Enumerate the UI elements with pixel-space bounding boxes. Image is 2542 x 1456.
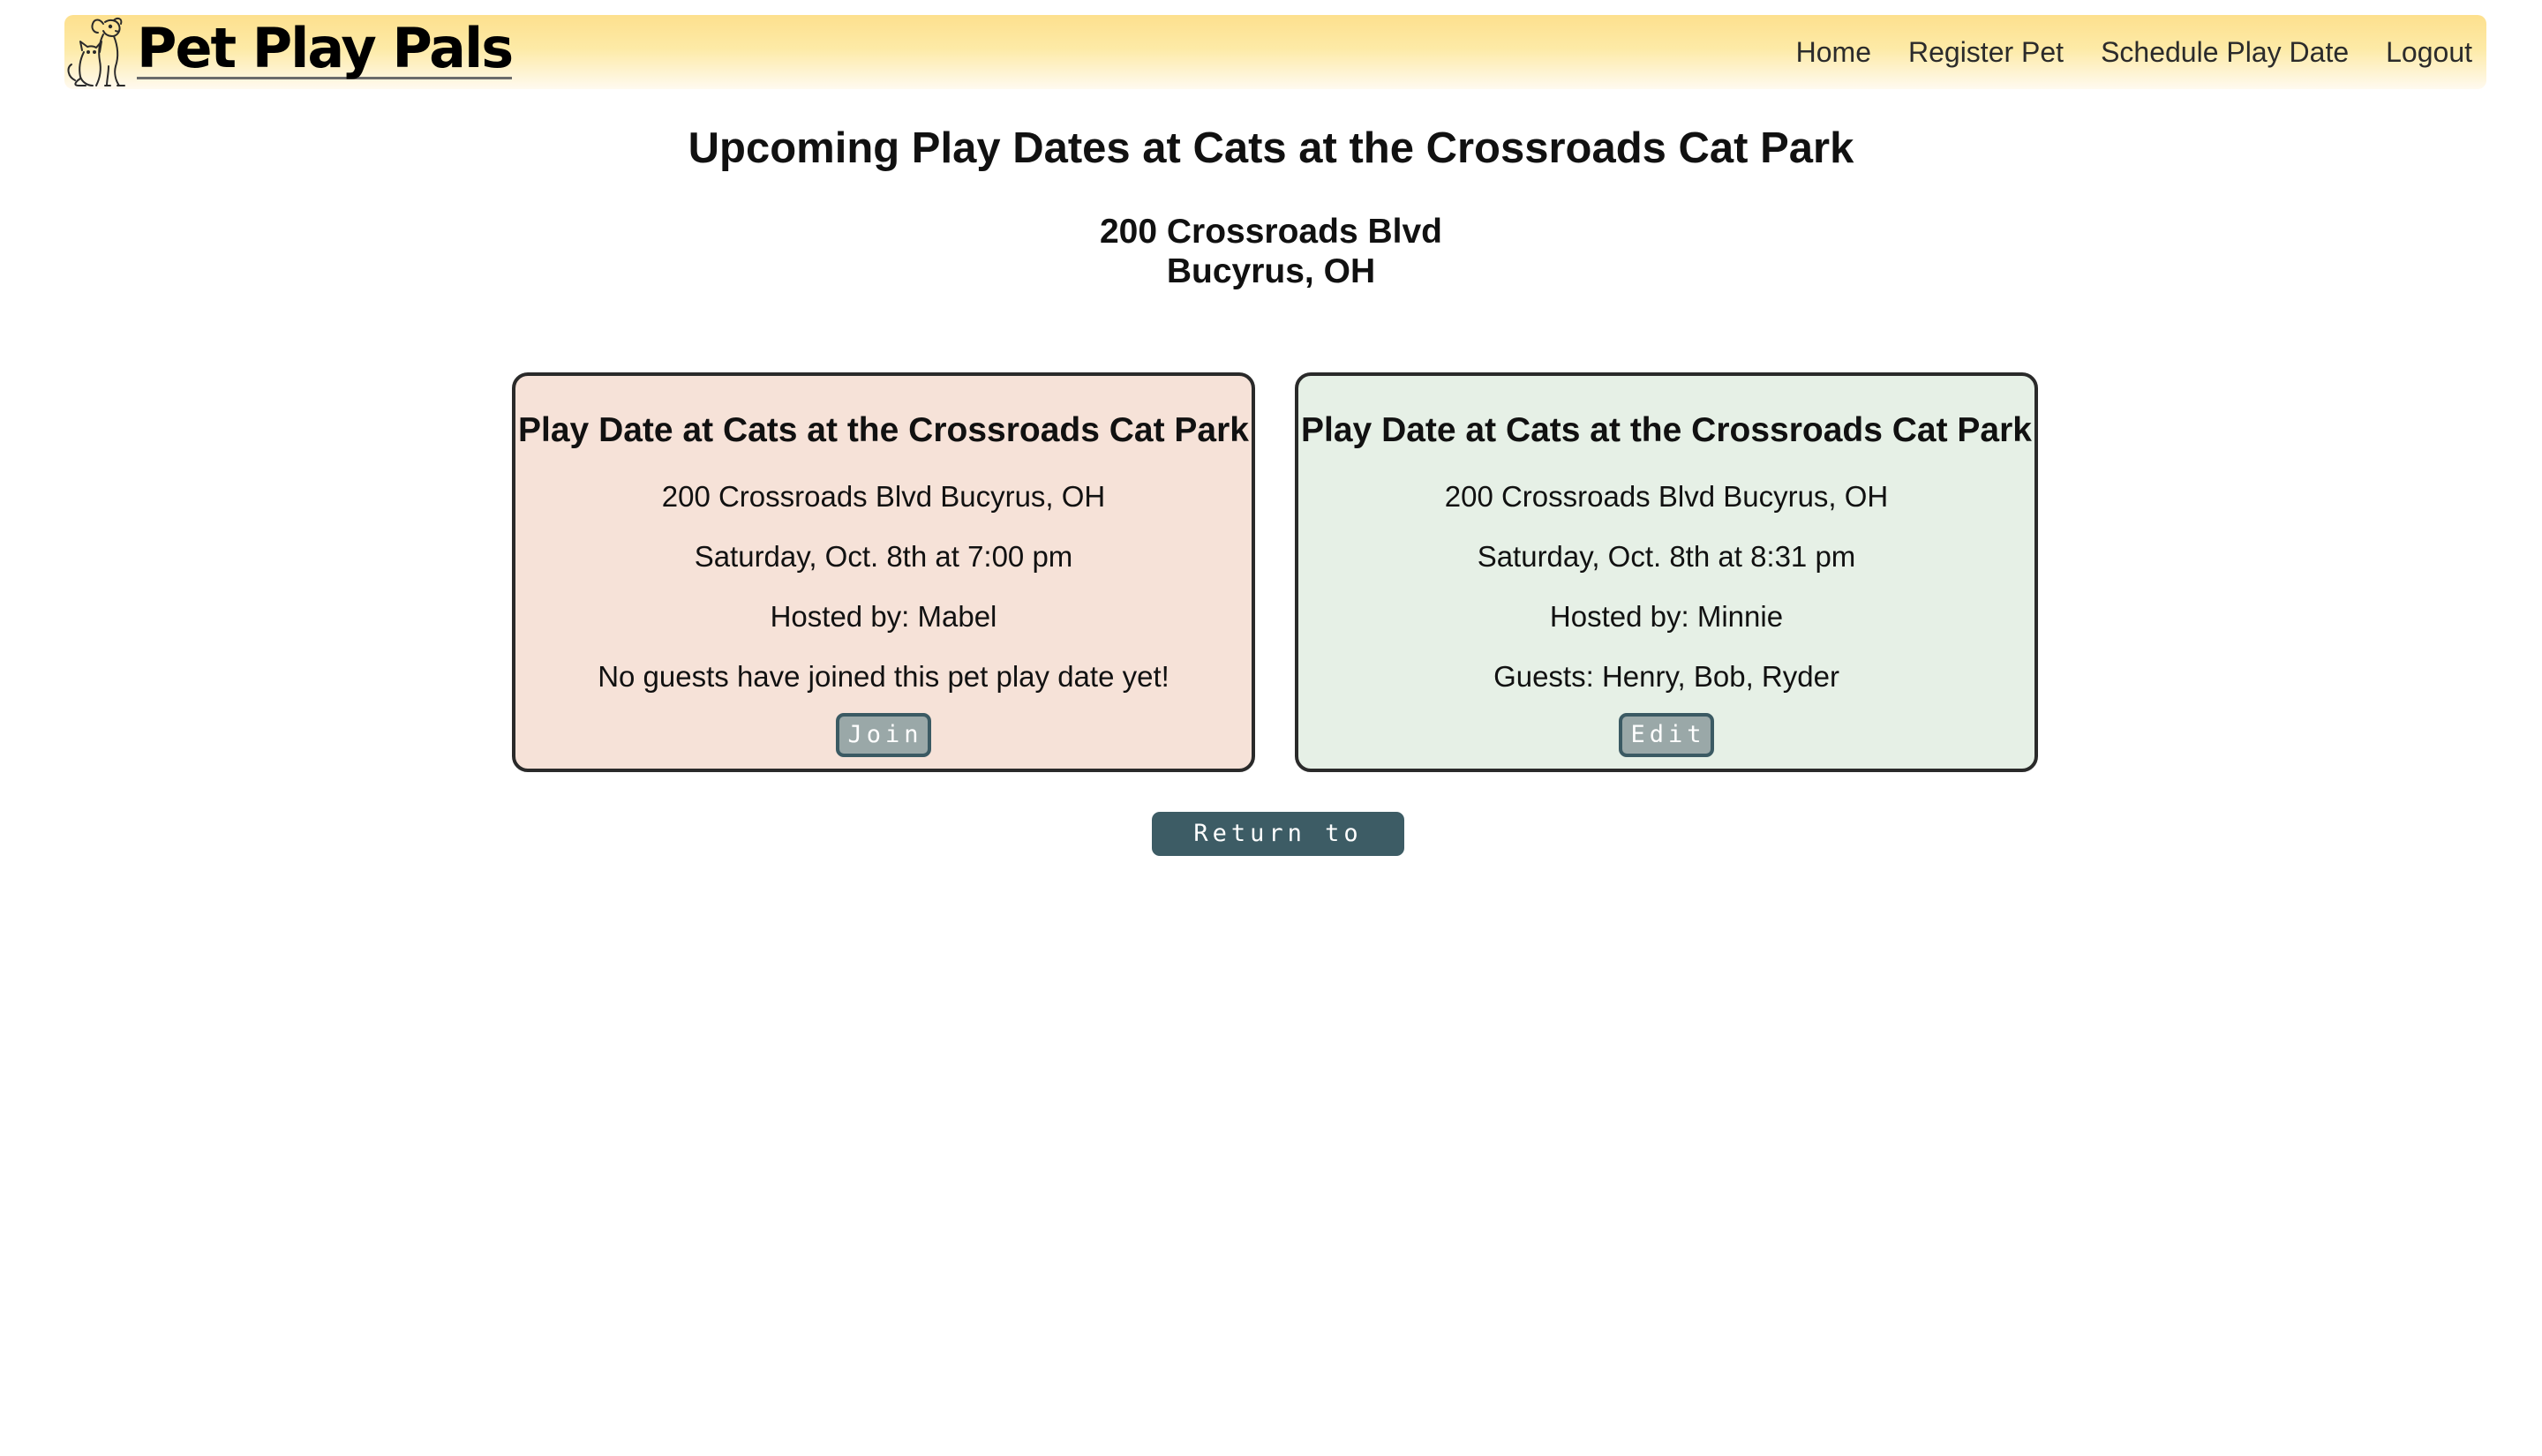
page-title: Upcoming Play Dates at Cats at the Cross… (688, 124, 1854, 172)
card-guests: No guests have joined this pet play date… (598, 660, 1169, 693)
join-button[interactable]: Join (836, 713, 931, 757)
nav-link-register-pet[interactable]: Register Pet (1908, 36, 2064, 69)
card-date-time: Saturday, Oct. 8th at 7:00 pm (694, 540, 1073, 573)
card-date-time: Saturday, Oct. 8th at 8:31 pm (1477, 540, 1856, 573)
edit-button[interactable]: Edit (1619, 713, 1714, 757)
brand-name: Pet Play Pals (137, 15, 514, 80)
brand-link[interactable]: Pet Play Pals (64, 15, 514, 89)
nav-links: Home Register Pet Schedule Play Date Log… (1759, 15, 2472, 89)
card-title: Play Date at Cats at the Crossroads Cat … (1301, 411, 2032, 449)
park-address-city: Bucyrus, OH (1166, 252, 1376, 290)
card-host: Hosted by: Mabel (770, 600, 997, 633)
play-date-card: Play Date at Cats at the Crossroads Cat … (512, 372, 1255, 772)
card-address: 200 Crossroads Blvd Bucyrus, OH (661, 480, 1106, 513)
return-to-home-button[interactable]: Return to home (1152, 812, 1404, 891)
park-address-street: 200 Crossroads Blvd (1099, 213, 1442, 251)
nav-link-home[interactable]: Home (1796, 36, 1871, 69)
card-host: Hosted by: Minnie (1549, 600, 1784, 633)
card-title: Play Date at Cats at the Crossroads Cat … (518, 411, 1249, 449)
card-address: 200 Crossroads Blvd Bucyrus, OH (1444, 480, 1889, 513)
nav-link-logout[interactable]: Logout (2386, 36, 2472, 69)
nav-link-schedule-play-date[interactable]: Schedule Play Date (2101, 36, 2349, 69)
park-address: 200 Crossroads Blvd Bucyrus, OH (0, 212, 2542, 291)
dog-and-cat-icon (64, 15, 140, 89)
card-guests: Guests: Henry, Bob, Ryder (1493, 660, 1839, 693)
play-date-card: Play Date at Cats at the Crossroads Cat … (1295, 372, 2038, 772)
navbar: Pet Play Pals Home Register Pet Schedule… (64, 15, 2486, 89)
